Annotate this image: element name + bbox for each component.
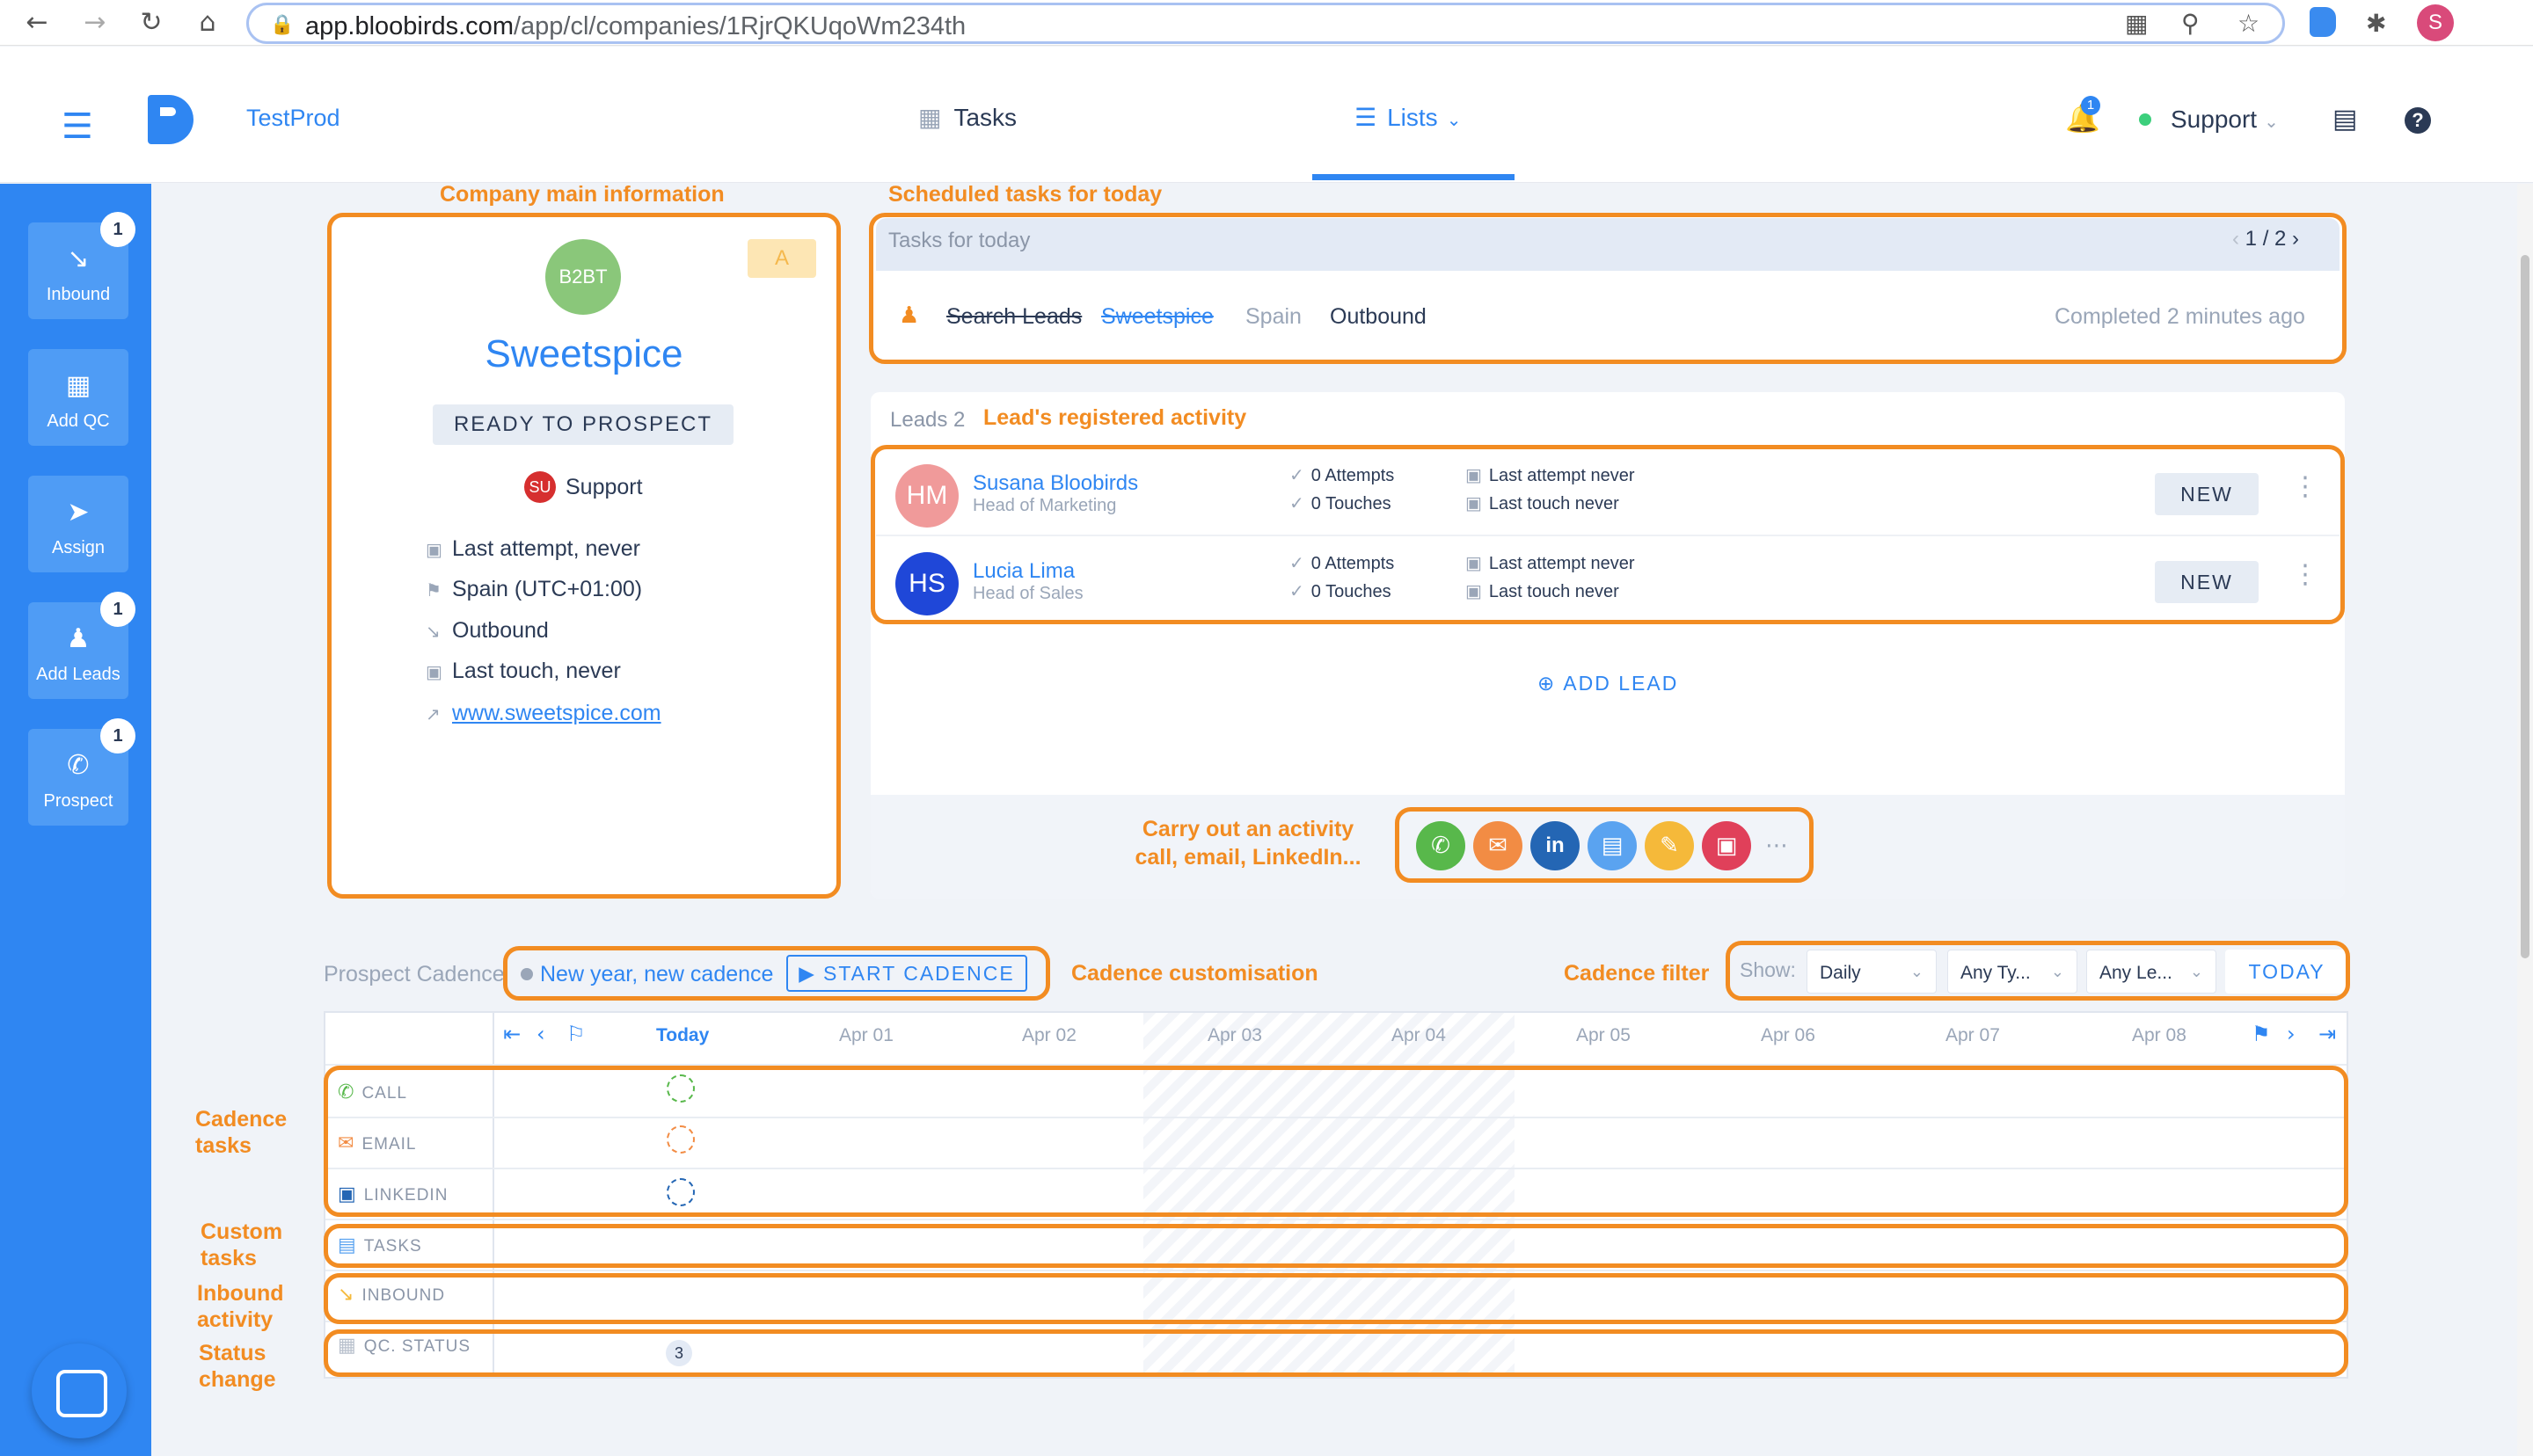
plus-circle-icon: ⊕ — [1537, 673, 1557, 695]
grid-icon: ▦ — [918, 103, 942, 132]
annotation-tasks-label: Scheduled tasks for today — [888, 182, 1163, 207]
list-icon: ☰ — [1354, 103, 1377, 132]
user-menu[interactable]: Support ⌄ — [2171, 106, 2279, 134]
annotation-cadence-tasks-1: Cadence — [195, 1107, 288, 1132]
notification-badge: 1 — [2081, 96, 2100, 115]
extensions-icon[interactable]: ✱ — [2366, 9, 2386, 38]
profile-avatar[interactable]: S — [2417, 4, 2454, 41]
annotation-status-2: change — [199, 1367, 276, 1392]
sidebar-item-add-leads[interactable]: ♟ Add Leads 1 — [28, 592, 135, 699]
day-label: Apr 08 — [2132, 1025, 2186, 1045]
day-label: Apr 03 — [1208, 1025, 1262, 1045]
annotation-status-1: Status — [199, 1341, 266, 1365]
annotation-carry-out-line1: Carry out an activity — [1142, 817, 1354, 841]
bar-chart-icon[interactable]: ▤ — [2332, 104, 2357, 135]
bloobirds-extension-icon[interactable] — [2310, 7, 2336, 37]
forward-icon[interactable]: → — [79, 7, 111, 39]
app-header: ☰ TestProd ▦ Tasks ☰ Lists ⌄ 🔔 1 — [0, 47, 2533, 183]
app-name[interactable]: TestProd — [246, 105, 340, 132]
annotation-company-box — [327, 213, 841, 899]
add-lead-button[interactable]: ⊕ ADD LEAD — [1537, 672, 1678, 695]
chevron-right-icon[interactable]: › — [2287, 1022, 2296, 1046]
annotation-cadence-box — [503, 946, 1050, 1001]
sidebar-item-add-qc[interactable]: ▦ Add QC — [28, 349, 128, 446]
day-label: Apr 01 — [839, 1025, 894, 1045]
annotation-cadence-label: Cadence customisation — [1071, 961, 1318, 986]
chat-icon[interactable] — [32, 1343, 127, 1438]
sidebar-item-label: Inbound — [46, 285, 111, 304]
sidebar-badge: 1 — [100, 718, 135, 753]
annotation-inbound-2: activity — [197, 1307, 274, 1332]
back-icon[interactable]: ← — [21, 7, 53, 39]
annotation-company-label: Company main information — [440, 182, 725, 207]
annotation-custom-tasks-1: Custom — [201, 1219, 283, 1244]
nav-tasks-label: Tasks — [953, 104, 1018, 131]
annotation-inbound-1: Inbound — [197, 1281, 284, 1306]
phone-icon: ✆ — [67, 750, 90, 781]
active-tab-indicator — [1312, 174, 1515, 180]
cadence-label: Prospect Cadence — [324, 962, 505, 986]
day-label: Apr 06 — [1761, 1025, 1815, 1045]
flag-icon[interactable]: ⚑ — [2252, 1022, 2271, 1046]
address-bar[interactable]: 🔒 app.bloobirds.com/app/cl/companies/1Rj… — [246, 3, 2285, 44]
annotation-leads-label: Lead's registered activity — [983, 405, 1247, 430]
url-host: app.bloobirds.com — [305, 12, 514, 40]
last-page-icon[interactable]: ⇥ — [2318, 1022, 2336, 1046]
grid-divider — [325, 1270, 2347, 1271]
user-menu-label: Support — [2171, 106, 2258, 133]
annotation-cadence-tasks-box — [324, 1066, 2348, 1217]
annotation-tasks-box — [869, 213, 2347, 364]
url-path: /app/cl/companies/1RjrQKUqoWm234th — [513, 12, 967, 40]
sidebar-item-label: Add QC — [47, 411, 110, 431]
online-status-dot — [2139, 113, 2151, 126]
nav-lists[interactable]: ☰ Lists ⌄ — [1354, 103, 1461, 132]
sidebar-item-inbound[interactable]: ↘ Inbound 1 — [28, 212, 135, 319]
first-page-icon[interactable]: ⇤ — [503, 1022, 521, 1046]
annotation-filter-label: Cadence filter — [1564, 961, 1710, 986]
nav-tasks[interactable]: ▦ Tasks — [918, 103, 1017, 132]
annotation-status-box — [324, 1329, 2348, 1377]
lock-icon: 🔒 — [270, 14, 295, 36]
annotation-activity-box — [1395, 807, 1814, 883]
sidebar-item-label: Assign — [51, 538, 106, 557]
sidebar-item-label: Add Leads — [36, 665, 120, 684]
send-icon: ➤ — [67, 497, 90, 528]
sidebar-badge: 1 — [100, 212, 135, 247]
annotation-custom-tasks-box — [324, 1224, 2348, 1268]
arrow-down-right-icon: ↘ — [67, 244, 90, 274]
sidebar-item-assign[interactable]: ➤ Assign — [28, 476, 128, 572]
flag-icon[interactable]: ⚐ — [566, 1022, 586, 1046]
chevron-down-icon: ⌄ — [2264, 111, 2279, 132]
nav-lists-label: Lists — [1387, 104, 1438, 131]
grid-divider — [325, 1219, 2347, 1220]
bloobirds-logo[interactable] — [148, 95, 193, 144]
people-icon: ♟ — [66, 623, 91, 654]
scrollbar-thumb[interactable] — [2521, 255, 2529, 958]
annotation-custom-tasks-2: tasks — [201, 1246, 257, 1270]
reload-icon[interactable]: ↻ — [135, 7, 167, 39]
help-icon[interactable]: ? — [2405, 107, 2431, 134]
zoom-icon[interactable]: ⚲ — [2181, 9, 2200, 38]
sidebar-badge: 1 — [100, 592, 135, 627]
annotation-cadence-tasks-2: tasks — [195, 1133, 252, 1158]
leads-count: Leads 2 — [890, 408, 966, 432]
sidebar-item-prospect[interactable]: ✆ Prospect 1 — [28, 718, 135, 826]
chevron-left-icon[interactable]: ‹ — [537, 1022, 545, 1046]
home-icon[interactable]: ⌂ — [192, 7, 223, 39]
day-label: Apr 04 — [1391, 1025, 1446, 1045]
day-label: Apr 02 — [1022, 1025, 1077, 1045]
chevron-down-icon: ⌄ — [1446, 109, 1462, 130]
day-label: Apr 05 — [1576, 1025, 1631, 1045]
annotation-filter-box — [1726, 941, 2350, 1001]
annotation-carry-out-line2: call, email, LinkedIn... — [1135, 845, 1361, 870]
menu-icon[interactable]: ☰ — [62, 106, 93, 147]
star-icon[interactable]: ☆ — [2237, 9, 2259, 38]
annotation-leads-box — [871, 445, 2345, 624]
building-icon: ▦ — [65, 370, 91, 401]
day-label: Today — [656, 1025, 710, 1045]
sidebar-item-label: Prospect — [43, 791, 113, 811]
qr-icon[interactable]: ▦ — [2125, 9, 2148, 38]
annotation-inbound-box — [324, 1273, 2348, 1324]
day-label: Apr 07 — [1945, 1025, 2000, 1045]
